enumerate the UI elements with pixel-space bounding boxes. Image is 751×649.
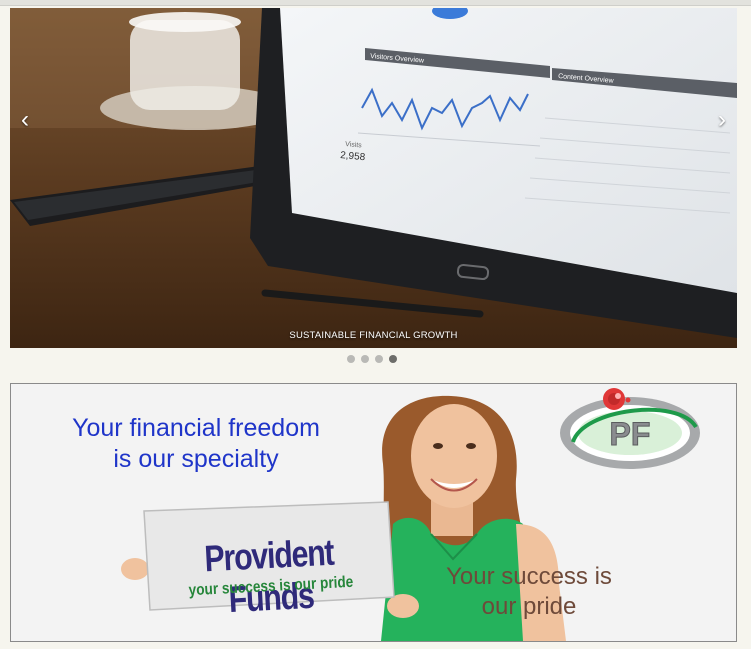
top-divider xyxy=(0,0,751,6)
tablet-visits-label: Visits xyxy=(345,141,363,149)
carousel-indicator-2[interactable] xyxy=(361,355,369,363)
banner-slogan: Your success is our pride xyxy=(411,562,647,622)
hero-carousel[interactable]: Visitors Overview Content Overview Visit… xyxy=(10,8,737,348)
tablet-visits-value: 2,958 xyxy=(340,150,366,163)
slogan-line-1: Your success is xyxy=(446,563,612,590)
carousel-indicator-1[interactable] xyxy=(347,355,355,363)
slogan-line-2: our pride xyxy=(481,593,577,620)
carousel-indicator-3[interactable] xyxy=(375,355,383,363)
carousel-caption: SUSTAINABLE FINANCIAL GROWTH xyxy=(289,330,458,341)
carousel-indicators xyxy=(347,355,397,365)
headline-line-1: Your financial freedom xyxy=(72,414,320,442)
logo-text: PF xyxy=(610,416,651,452)
carousel-indicator-4[interactable] xyxy=(389,355,397,363)
carousel-prev-button[interactable]: ‹ xyxy=(10,100,40,140)
banner-headline: Your financial freedom is our specialty xyxy=(11,413,381,475)
carousel-slide-image: Visitors Overview Content Overview Visit… xyxy=(10,8,737,348)
promo-banner: PF Your financial freedom is our special… xyxy=(10,383,737,642)
headline-line-2: is our specialty xyxy=(113,445,279,473)
carousel-next-button[interactable]: › xyxy=(707,100,737,140)
